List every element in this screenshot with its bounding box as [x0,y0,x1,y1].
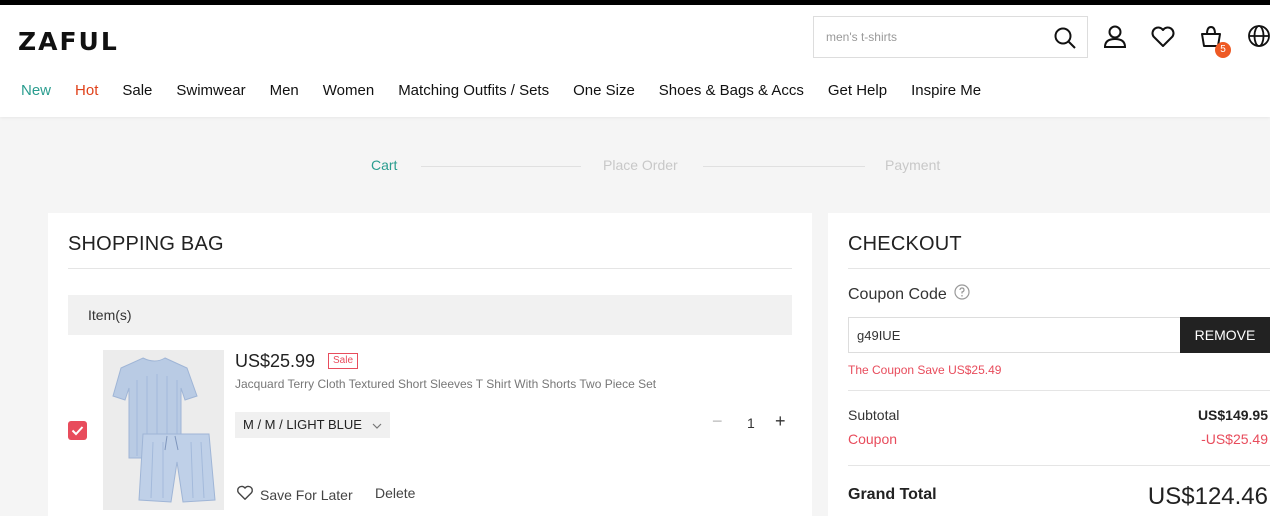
coupon-code-label: Coupon Code [848,284,970,305]
globe-icon[interactable] [1247,24,1270,50]
title-divider [848,268,1270,269]
item-name[interactable]: Jacquard Terry Cloth Textured Short Slee… [235,377,656,391]
shopping-bag-title: SHOPPING BAG [68,233,224,255]
heart-icon[interactable] [1150,24,1176,50]
search-icon[interactable] [1053,26,1077,50]
step-cart: Cart [371,157,398,173]
user-icon[interactable] [1102,24,1128,50]
coupon-savings-note: The Coupon Save US$25.49 [848,363,1002,377]
variant-label: M / M / LIGHT BLUE [243,417,362,432]
nav-sale[interactable]: Sale [122,81,152,105]
chevron-down-icon [372,412,382,438]
summary-divider [848,390,1270,391]
subtotal-value: US$149.95 [1197,407,1268,423]
step-place-order: Place Order [603,157,678,173]
nav-men[interactable]: Men [270,81,299,105]
quantity-value: 1 [747,415,755,431]
brand-logo[interactable]: ZAFUL [18,27,119,56]
search-box [813,16,1088,58]
site-header: ZAFUL 5 New Hot Sale Swimwear Men Women … [0,5,1270,117]
remove-coupon-button[interactable]: REMOVE [1180,317,1270,353]
coupon-row-value: -US$25.49 [1201,431,1268,447]
nav-get-help[interactable]: Get Help [828,81,887,105]
checkout-steps: Cart Place Order Payment [0,157,1270,177]
items-header: Item(s) [68,295,792,335]
variant-select[interactable]: M / M / LIGHT BLUE [235,412,390,438]
subtotal-label: Subtotal [848,407,900,423]
coupon-row-label: Coupon [848,431,898,447]
sale-tag: Sale [328,353,359,369]
item-price: US$25.99 [235,351,316,371]
delete-button[interactable]: Delete [375,485,415,501]
cart-count-badge: 5 [1215,42,1231,58]
grand-total-label: Grand Total [848,486,937,503]
product-image[interactable] [103,350,224,510]
increase-quantity-button[interactable]: + [775,411,786,432]
search-input[interactable] [814,17,1044,57]
nav-swimwear[interactable]: Swimwear [176,81,245,105]
nav-inspire-me[interactable]: Inspire Me [911,81,981,105]
nav-matching-outfits[interactable]: Matching Outfits / Sets [398,81,549,105]
nav-shoes-bags-accs[interactable]: Shoes & Bags & Accs [659,81,804,105]
help-icon[interactable] [954,284,970,305]
nav-one-size[interactable]: One Size [573,81,635,105]
grand-total-value: US$124.46 [1147,483,1268,510]
nav-new[interactable]: New [21,81,51,105]
save-for-later-button[interactable]: Save For Later [236,484,353,505]
save-for-later-label: Save For Later [260,486,353,503]
checkout-title: CHECKOUT [848,233,962,255]
heart-icon [236,484,254,505]
item-checkbox[interactable] [68,421,87,440]
nav-women[interactable]: Women [323,81,374,105]
step-payment: Payment [885,157,941,173]
nav-hot[interactable]: Hot [75,81,98,105]
main-nav: New Hot Sale Swimwear Men Women Matching… [0,81,981,105]
step-divider [703,166,865,167]
coupon-code-input[interactable] [848,317,1181,353]
checkout-panel: CHECKOUT Coupon Code REMOVE The Coupon S… [828,213,1270,516]
total-divider [848,465,1270,466]
shopping-bag-panel: SHOPPING BAG Item(s) US$25.99 Sale Jacqu… [48,213,812,516]
title-divider [68,268,792,269]
coupon-label-text: Coupon Code [848,285,947,303]
decrease-quantity-button[interactable]: − [712,411,723,432]
step-divider [421,166,581,167]
